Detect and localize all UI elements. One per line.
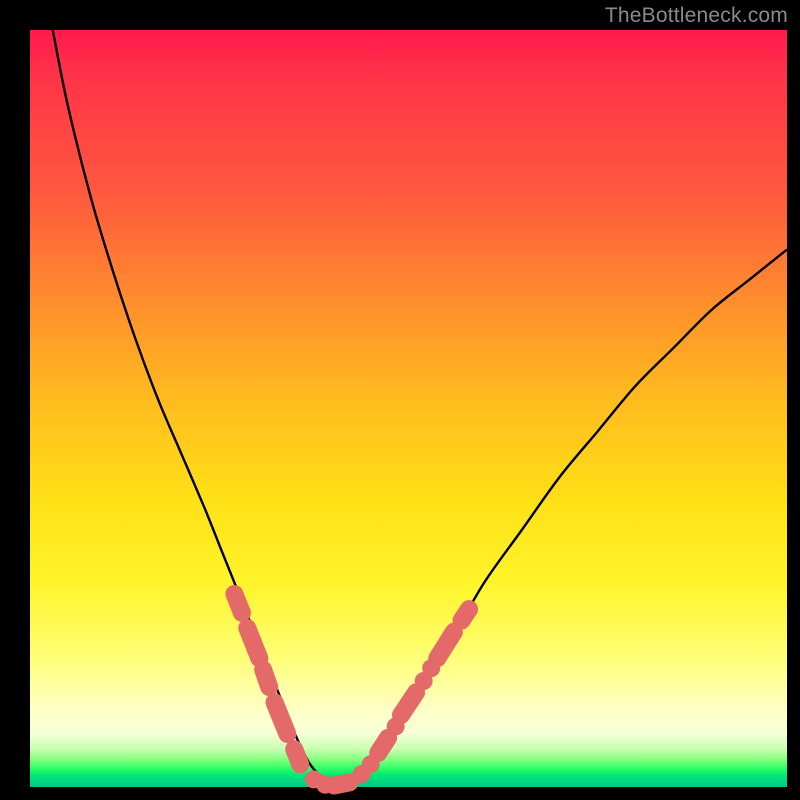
chart-frame: TheBottleneck.com — [0, 0, 800, 800]
plot-area — [30, 30, 787, 787]
marker-capsule — [437, 632, 454, 658]
marker-capsule — [401, 692, 416, 715]
watermark-text: TheBottleneck.com — [605, 4, 788, 28]
marker-capsule — [378, 738, 388, 753]
marker-capsule — [234, 594, 242, 613]
curve-svg — [30, 30, 787, 787]
marker-capsule — [461, 609, 469, 620]
marker-capsule — [334, 782, 349, 785]
marker-layer — [234, 594, 469, 794]
marker-capsule — [247, 628, 259, 658]
marker-capsule — [275, 702, 288, 734]
marker-capsule — [294, 749, 300, 764]
marker-capsule — [263, 670, 269, 687]
